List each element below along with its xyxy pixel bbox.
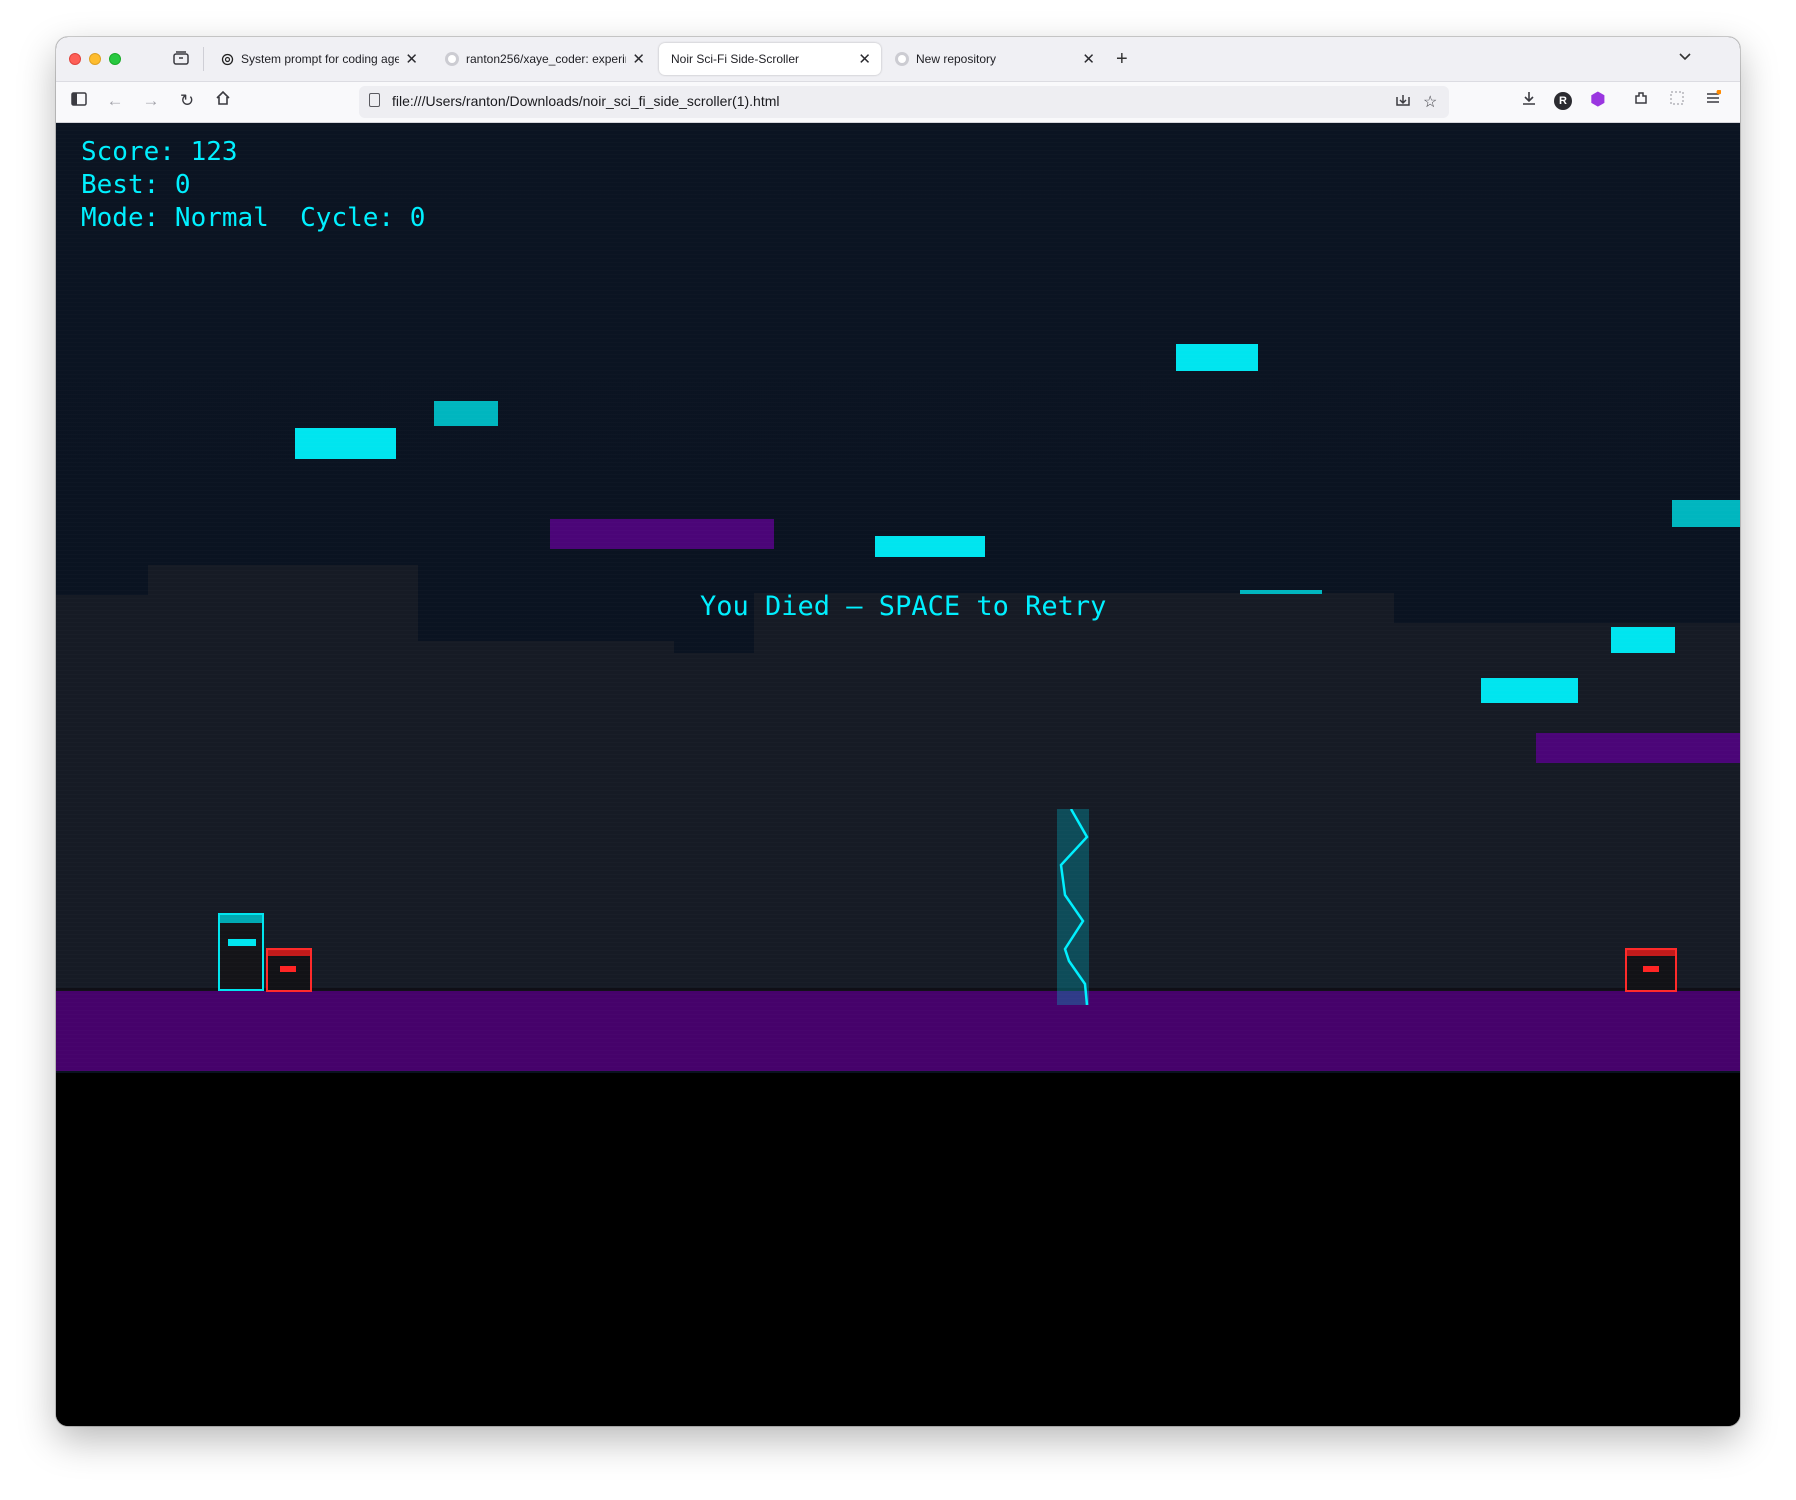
death-message: You Died — SPACE to Retry: [700, 591, 1107, 622]
cyan-platform: [1481, 678, 1578, 703]
back-arrow-icon[interactable]: ←: [104, 90, 126, 112]
close-tab-icon[interactable]: ✕: [632, 50, 645, 68]
enemy-top: [1627, 950, 1675, 956]
tab-title: New repository: [916, 52, 997, 66]
tab-overview-icon[interactable]: [171, 50, 191, 68]
extension-hexagon-icon[interactable]: ⬢: [1590, 89, 1606, 110]
score-display: Score: 123: [81, 137, 238, 167]
page-icon: [369, 93, 380, 107]
bookmark-star-icon[interactable]: ☆: [1423, 92, 1437, 112]
cyan-platform: [875, 536, 985, 557]
github-icon: [445, 52, 459, 66]
tab-title: ranton256/xaye_coder: experim: [466, 52, 627, 66]
reload-icon[interactable]: ↻: [176, 90, 198, 112]
tab-noir-side-scroller[interactable]: Noir Sci-Fi Side-Scroller ✕: [659, 43, 881, 75]
browser-window: System prompt for coding agent ✕ ranton2…: [56, 37, 1740, 1426]
tab-new-repository[interactable]: New repository ✕: [883, 43, 1105, 75]
maximize-window-button[interactable]: [109, 53, 121, 65]
game-canvas[interactable]: Score: 123 Best: 0 Mode: Normal Cycle: 0…: [56, 123, 1740, 1073]
minimize-window-button[interactable]: [89, 53, 101, 65]
cyan-platform: [1672, 500, 1740, 527]
cyan-platform: [1611, 627, 1675, 653]
background-building: [674, 653, 754, 995]
sidebar-toggle-icon[interactable]: [68, 90, 90, 112]
chevron-down-icon[interactable]: [1678, 49, 1692, 65]
address-bar[interactable]: file:///Users/ranton/Downloads/noir_sci_…: [359, 86, 1449, 118]
save-to-pocket-icon[interactable]: [1395, 92, 1411, 113]
purple-platform: [550, 519, 774, 549]
openai-icon: [220, 52, 234, 66]
tab-xaye-coder[interactable]: ranton256/xaye_coder: experim ✕: [433, 43, 655, 75]
cyan-platform: [1176, 344, 1258, 371]
cyan-platform: [295, 428, 396, 459]
background-building: [56, 595, 148, 995]
cyan-platform: [1240, 590, 1322, 594]
player-visor: [228, 939, 256, 946]
background-building: [418, 641, 674, 995]
close-tab-icon[interactable]: ✕: [1082, 50, 1095, 68]
profile-avatar[interactable]: R: [1554, 92, 1572, 110]
close-window-button[interactable]: [69, 53, 81, 65]
mode-cycle-display: Mode: Normal Cycle: 0: [81, 203, 426, 233]
tab-system-prompt[interactable]: System prompt for coding agent ✕: [208, 43, 428, 75]
ground-floor: [56, 991, 1740, 1071]
screenshot-icon[interactable]: [1666, 90, 1688, 112]
enemy-eye: [280, 966, 296, 972]
tab-bar: System prompt for coding agent ✕ ranton2…: [56, 37, 1740, 82]
enemy-top: [268, 950, 310, 956]
enemy-drone: [266, 948, 312, 992]
cyan-platform: [434, 401, 498, 426]
close-tab-icon[interactable]: ✕: [405, 50, 418, 68]
player-character: [218, 913, 264, 991]
tab-title: System prompt for coding agent: [241, 52, 400, 66]
app-menu-icon[interactable]: [1702, 89, 1724, 112]
page-viewport: Score: 123 Best: 0 Mode: Normal Cycle: 0…: [56, 123, 1740, 1426]
best-score-display: Best: 0: [81, 170, 191, 200]
close-tab-icon[interactable]: ✕: [858, 50, 871, 68]
background-building: [148, 565, 418, 995]
home-icon[interactable]: [212, 90, 234, 112]
enemy-eye: [1643, 966, 1659, 972]
url-text[interactable]: file:///Users/ranton/Downloads/noir_sci_…: [392, 93, 780, 109]
navigation-bar: ← → ↻ file:///Users/ranton/Downloads/noi…: [56, 82, 1740, 123]
purple-platform: [1536, 733, 1740, 763]
new-tab-plus-icon[interactable]: +: [1116, 47, 1128, 71]
player-head: [220, 915, 262, 923]
forward-arrow-icon[interactable]: →: [140, 90, 162, 112]
downloads-icon[interactable]: [1518, 90, 1540, 112]
extensions-puzzle-icon[interactable]: [1630, 90, 1652, 112]
laser-hazard: [1057, 809, 1089, 1005]
github-icon: [895, 52, 909, 66]
tab-title: Noir Sci-Fi Side-Scroller: [671, 52, 800, 66]
enemy-drone: [1625, 948, 1677, 992]
tab-separator: [203, 47, 204, 71]
